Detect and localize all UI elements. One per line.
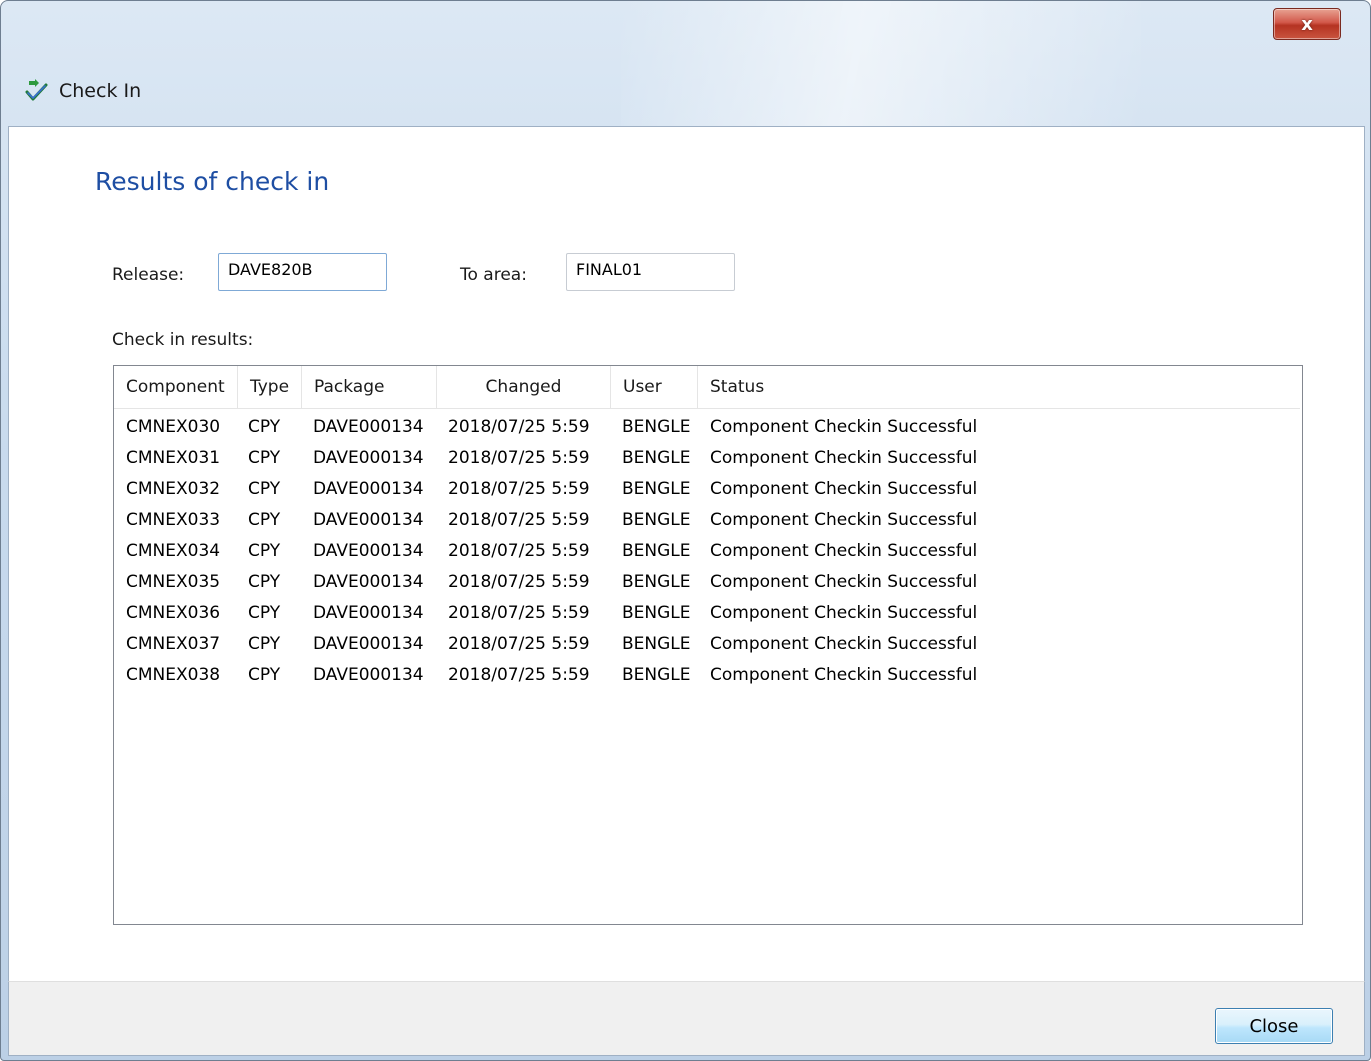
table-row[interactable]: CMNEX037 CPY DAVE000134 2018/07/25 5:59 … — [114, 629, 1300, 660]
check-in-results-list[interactable]: Component Type Package Changed User Stat… — [113, 365, 1303, 925]
cell-user: BENGLE — [622, 603, 691, 623]
release-field[interactable]: DAVE820B — [218, 253, 387, 291]
results-label: Check in results: — [112, 330, 254, 350]
cell-package: DAVE000134 — [313, 448, 424, 468]
cell-package: DAVE000134 — [313, 634, 424, 654]
cell-package: DAVE000134 — [313, 479, 424, 499]
cell-type: CPY — [248, 448, 281, 468]
titlebar-glass — [621, 1, 1141, 126]
cell-package: DAVE000134 — [313, 665, 424, 685]
cell-package: DAVE000134 — [313, 572, 424, 592]
table-row[interactable]: CMNEX033 CPY DAVE000134 2018/07/25 5:59 … — [114, 505, 1300, 536]
table-row[interactable]: CMNEX034 CPY DAVE000134 2018/07/25 5:59 … — [114, 536, 1300, 567]
cell-component: CMNEX032 — [126, 479, 221, 499]
column-header-component[interactable]: Component — [114, 366, 238, 408]
table-row[interactable]: CMNEX032 CPY DAVE000134 2018/07/25 5:59 … — [114, 474, 1300, 505]
cell-package: DAVE000134 — [313, 417, 424, 437]
cell-component: CMNEX038 — [126, 665, 221, 685]
cell-status: Component Checkin Successful — [710, 634, 978, 654]
cell-user: BENGLE — [622, 417, 691, 437]
cell-user: BENGLE — [622, 541, 691, 561]
cell-component: CMNEX031 — [126, 448, 221, 468]
page-title: Results of check in — [95, 167, 330, 196]
cell-component: CMNEX036 — [126, 603, 221, 623]
table-row[interactable]: CMNEX035 CPY DAVE000134 2018/07/25 5:59 … — [114, 567, 1300, 598]
check-in-window: x Check In Results of check in Release: … — [0, 0, 1371, 1061]
cell-changed: 2018/07/25 5:59 — [448, 417, 590, 437]
column-header-status[interactable]: Status — [698, 366, 1300, 408]
table-row[interactable]: CMNEX031 CPY DAVE000134 2018/07/25 5:59 … — [114, 443, 1300, 474]
cell-user: BENGLE — [622, 479, 691, 499]
cell-user: BENGLE — [622, 665, 691, 685]
column-header-changed[interactable]: Changed — [437, 366, 611, 408]
cell-component: CMNEX035 — [126, 572, 221, 592]
cell-changed: 2018/07/25 5:59 — [448, 572, 590, 592]
table-row[interactable]: CMNEX038 CPY DAVE000134 2018/07/25 5:59 … — [114, 660, 1300, 691]
cell-component: CMNEX037 — [126, 634, 221, 654]
window-title: Check In — [59, 80, 142, 102]
table-row[interactable]: CMNEX036 CPY DAVE000134 2018/07/25 5:59 … — [114, 598, 1300, 629]
cell-type: CPY — [248, 417, 281, 437]
cell-type: CPY — [248, 541, 281, 561]
cell-status: Component Checkin Successful — [710, 665, 978, 685]
results-list-header: Component Type Package Changed User Stat… — [114, 366, 1300, 409]
cell-changed: 2018/07/25 5:59 — [448, 510, 590, 530]
to-area-field[interactable]: FINAL01 — [566, 253, 735, 291]
table-row[interactable]: CMNEX030 CPY DAVE000134 2018/07/25 5:59 … — [114, 412, 1300, 443]
cell-type: CPY — [248, 479, 281, 499]
window-close-button[interactable]: x — [1273, 8, 1341, 40]
cell-status: Component Checkin Successful — [710, 479, 978, 499]
cell-status: Component Checkin Successful — [710, 603, 978, 623]
cell-package: DAVE000134 — [313, 603, 424, 623]
cell-package: DAVE000134 — [313, 541, 424, 561]
cell-component: CMNEX030 — [126, 417, 221, 437]
cell-user: BENGLE — [622, 572, 691, 592]
cell-status: Component Checkin Successful — [710, 448, 978, 468]
cell-package: DAVE000134 — [313, 510, 424, 530]
column-header-type[interactable]: Type — [238, 366, 302, 408]
cell-component: CMNEX034 — [126, 541, 221, 561]
cell-type: CPY — [248, 510, 281, 530]
cell-type: CPY — [248, 572, 281, 592]
results-rows: CMNEX030 CPY DAVE000134 2018/07/25 5:59 … — [114, 412, 1300, 691]
close-button[interactable]: Close — [1215, 1008, 1333, 1044]
release-label: Release: — [112, 265, 185, 285]
cell-changed: 2018/07/25 5:59 — [448, 634, 590, 654]
column-header-user[interactable]: User — [611, 366, 698, 408]
cell-user: BENGLE — [622, 634, 691, 654]
cell-user: BENGLE — [622, 510, 691, 530]
cell-changed: 2018/07/25 5:59 — [448, 479, 590, 499]
dialog-footer: Close — [8, 981, 1365, 1056]
cell-status: Component Checkin Successful — [710, 510, 978, 530]
window-titlebar: Check In — [25, 77, 141, 105]
column-header-package[interactable]: Package — [302, 366, 437, 408]
cell-status: Component Checkin Successful — [710, 417, 978, 437]
cell-type: CPY — [248, 634, 281, 654]
check-in-icon — [25, 79, 49, 103]
cell-status: Component Checkin Successful — [710, 541, 978, 561]
cell-changed: 2018/07/25 5:59 — [448, 603, 590, 623]
to-area-label: To area: — [460, 265, 527, 285]
cell-component: CMNEX033 — [126, 510, 221, 530]
cell-type: CPY — [248, 665, 281, 685]
cell-changed: 2018/07/25 5:59 — [448, 665, 590, 685]
cell-changed: 2018/07/25 5:59 — [448, 541, 590, 561]
cell-status: Component Checkin Successful — [710, 572, 978, 592]
cell-changed: 2018/07/25 5:59 — [448, 448, 590, 468]
cell-type: CPY — [248, 603, 281, 623]
close-icon: x — [1301, 13, 1313, 35]
cell-user: BENGLE — [622, 448, 691, 468]
dialog-content: Results of check in Release: DAVE820B To… — [8, 126, 1365, 982]
